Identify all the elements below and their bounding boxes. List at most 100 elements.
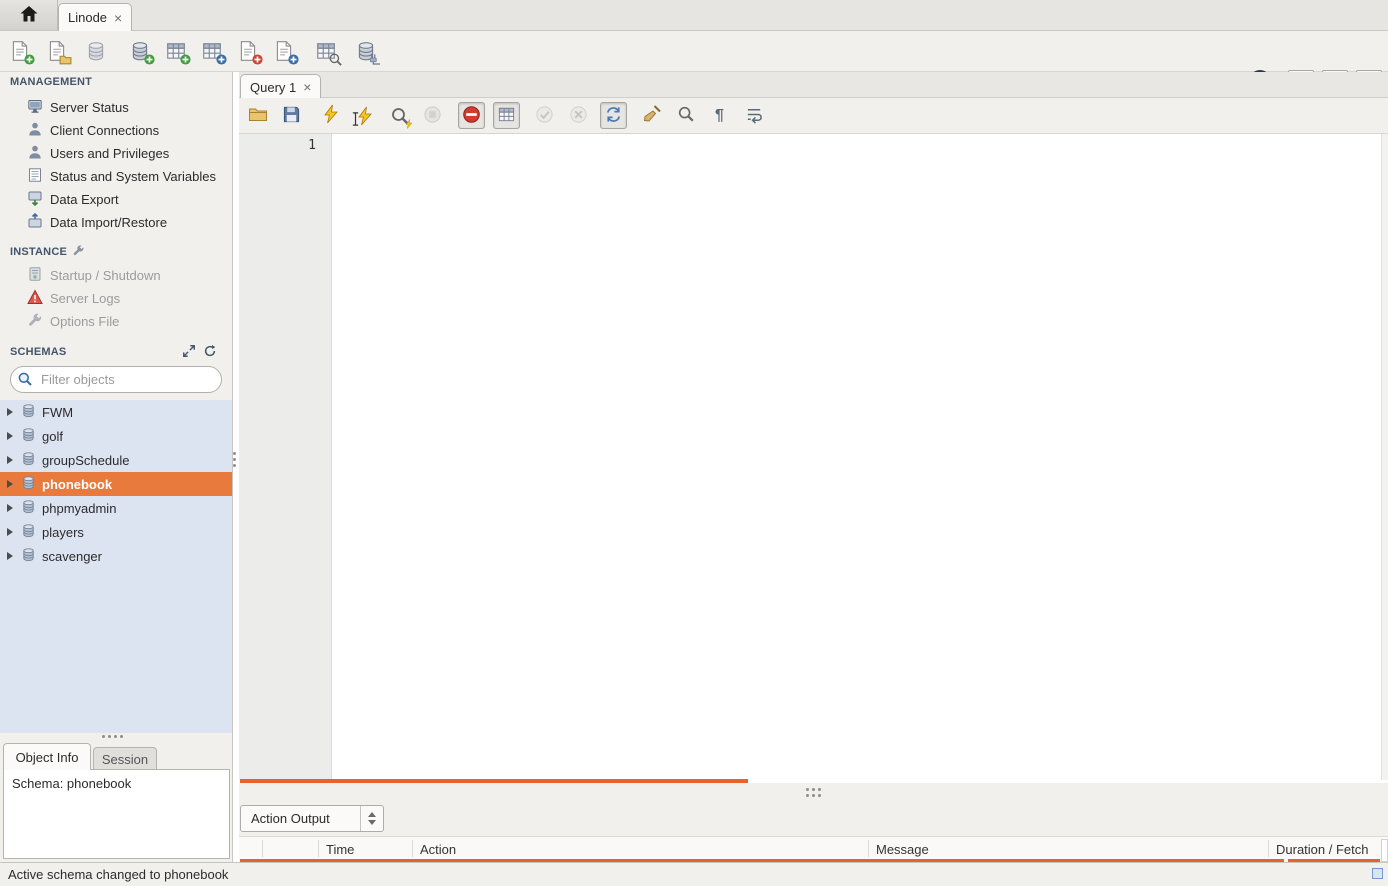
find-button[interactable] <box>672 102 699 129</box>
execute-current-statement-button[interactable] <box>351 102 378 129</box>
expander-icon[interactable] <box>7 528 13 536</box>
clear-query-button[interactable] <box>638 102 665 129</box>
tab-session[interactable]: Session <box>93 747 157 770</box>
editor-area: Query 1 × ¶ 1 <box>239 72 1388 862</box>
editor-vertical-scrollbar[interactable] <box>1381 134 1388 780</box>
sidebar-item-startup-shutdown[interactable]: Startup / Shutdown <box>0 264 232 287</box>
sidebar-splitter-handle[interactable] <box>102 735 123 738</box>
toggle-word-wrap-button[interactable] <box>741 102 768 129</box>
sidebar-item-server-logs[interactable]: Server Logs <box>0 287 232 310</box>
spinner-arrows-icon[interactable] <box>360 806 383 831</box>
column-separator[interactable] <box>412 840 413 857</box>
data-import-icon <box>27 213 43 232</box>
expander-icon[interactable] <box>7 456 13 464</box>
new-query-tab-button[interactable] <box>6 37 34 65</box>
server-status-icon <box>27 98 43 117</box>
column-separator[interactable] <box>868 840 869 857</box>
schema-filter-input[interactable] <box>10 366 222 393</box>
column-header-time[interactable]: Time <box>326 842 354 857</box>
search-table-data-button[interactable] <box>312 37 340 65</box>
create-view-icon <box>201 40 223 62</box>
open-sql-script-button[interactable] <box>43 37 71 65</box>
sidebar-item-client-connections[interactable]: Client Connections <box>0 119 232 142</box>
explain-plan-button[interactable] <box>386 102 413 129</box>
database-icon <box>85 40 107 62</box>
schema-item-phonebook[interactable]: phonebook <box>0 472 232 496</box>
schema-item-fwm[interactable]: FWM <box>0 400 232 424</box>
refresh-schemas-icon[interactable] <box>203 344 217 361</box>
output-type-label: Action Output <box>251 811 330 826</box>
connection-tab-linode[interactable]: Linode × <box>58 3 132 31</box>
sidebar-item-status-system-variables[interactable]: Status and System Variables <box>0 165 232 188</box>
output-table-header: Time Action Message Duration / Fetch <box>239 836 1388 862</box>
schema-item-players[interactable]: players <box>0 520 232 544</box>
options-file-icon <box>27 312 43 331</box>
schema-item-golf[interactable]: golf <box>0 424 232 448</box>
create-schema-button[interactable] <box>126 37 154 65</box>
toggle-invisible-chars-button[interactable]: ¶ <box>706 102 733 129</box>
expander-icon[interactable] <box>7 408 13 416</box>
expander-icon[interactable] <box>7 432 13 440</box>
column-header-duration[interactable]: Duration / Fetch <box>1276 842 1369 857</box>
column-separator[interactable] <box>262 840 263 857</box>
column-separator[interactable] <box>1268 840 1269 857</box>
expander-icon[interactable] <box>7 504 13 512</box>
search-table-data-icon <box>315 40 337 62</box>
toggle-stop-on-error-button[interactable] <box>458 102 485 129</box>
resize-grip[interactable] <box>1372 868 1383 879</box>
tab-object-info[interactable]: Object Info <box>3 743 91 770</box>
column-header-message[interactable]: Message <box>876 842 929 857</box>
schema-item-groupschedule[interactable]: groupSchedule <box>0 448 232 472</box>
inspect-database-button[interactable] <box>82 37 110 65</box>
create-procedure-icon <box>237 40 259 62</box>
sidebar-item-data-import[interactable]: Data Import/Restore <box>0 211 232 234</box>
sidebar-item-data-export[interactable]: Data Export <box>0 188 232 211</box>
new-sql-tab-icon <box>9 40 31 62</box>
reconnect-dbms-button[interactable] <box>352 37 380 65</box>
schema-item-scavenger[interactable]: scavenger <box>0 544 232 568</box>
create-function-button[interactable] <box>270 37 298 65</box>
schema-item-phpmyadmin[interactable]: phpmyadmin <box>0 496 232 520</box>
output-type-select[interactable]: Action Output <box>240 805 384 832</box>
sidebar-item-users-privileges[interactable]: Users and Privileges <box>0 142 232 165</box>
stop-query-button[interactable] <box>419 102 446 129</box>
limit-rows-button[interactable] <box>493 102 520 129</box>
startup-shutdown-icon <box>27 266 43 285</box>
management-section-header: MANAGEMENT <box>10 76 92 88</box>
home-icon <box>19 4 39 27</box>
execute-query-button[interactable] <box>317 102 344 129</box>
expander-icon[interactable] <box>7 480 13 488</box>
execute-bolt-icon <box>321 104 341 127</box>
toggle-autocommit-button[interactable] <box>600 102 627 129</box>
commit-button[interactable] <box>531 102 558 129</box>
expander-icon[interactable] <box>7 552 13 560</box>
open-file-button[interactable] <box>244 102 271 129</box>
create-procedure-button[interactable] <box>234 37 262 65</box>
column-header-action[interactable]: Action <box>420 842 456 857</box>
schema-icon <box>21 427 36 445</box>
output-splitter-handle[interactable] <box>239 783 1388 802</box>
create-table-button[interactable] <box>162 37 190 65</box>
home-tab[interactable] <box>0 0 58 30</box>
expand-schemas-icon[interactable] <box>182 344 196 361</box>
close-icon[interactable]: × <box>303 80 311 94</box>
data-export-icon <box>27 190 43 209</box>
create-schema-icon <box>129 40 151 62</box>
instance-section-header: INSTANCE <box>10 244 85 260</box>
rollback-button[interactable] <box>565 102 592 129</box>
schema-list: FWM golf groupSchedule phonebook phpmyad… <box>0 400 232 733</box>
create-view-button[interactable] <box>198 37 226 65</box>
tab-query-1[interactable]: Query 1 × <box>240 74 321 99</box>
column-separator[interactable] <box>318 840 319 857</box>
sidebar-resize-handle[interactable] <box>233 452 236 467</box>
sql-editor[interactable]: 1 <box>239 134 1388 780</box>
limit-rows-icon <box>497 105 516 127</box>
close-icon[interactable]: × <box>114 11 122 25</box>
search-icon <box>677 105 695 126</box>
sidebar-item-options-file[interactable]: Options File <box>0 310 232 333</box>
sql-editor-toolbar: ¶ <box>239 98 1388 134</box>
connection-tab-label: Linode <box>68 10 107 25</box>
open-folder-icon <box>248 104 268 127</box>
sidebar-item-server-status[interactable]: Server Status <box>0 96 232 119</box>
save-script-button[interactable] <box>278 102 305 129</box>
